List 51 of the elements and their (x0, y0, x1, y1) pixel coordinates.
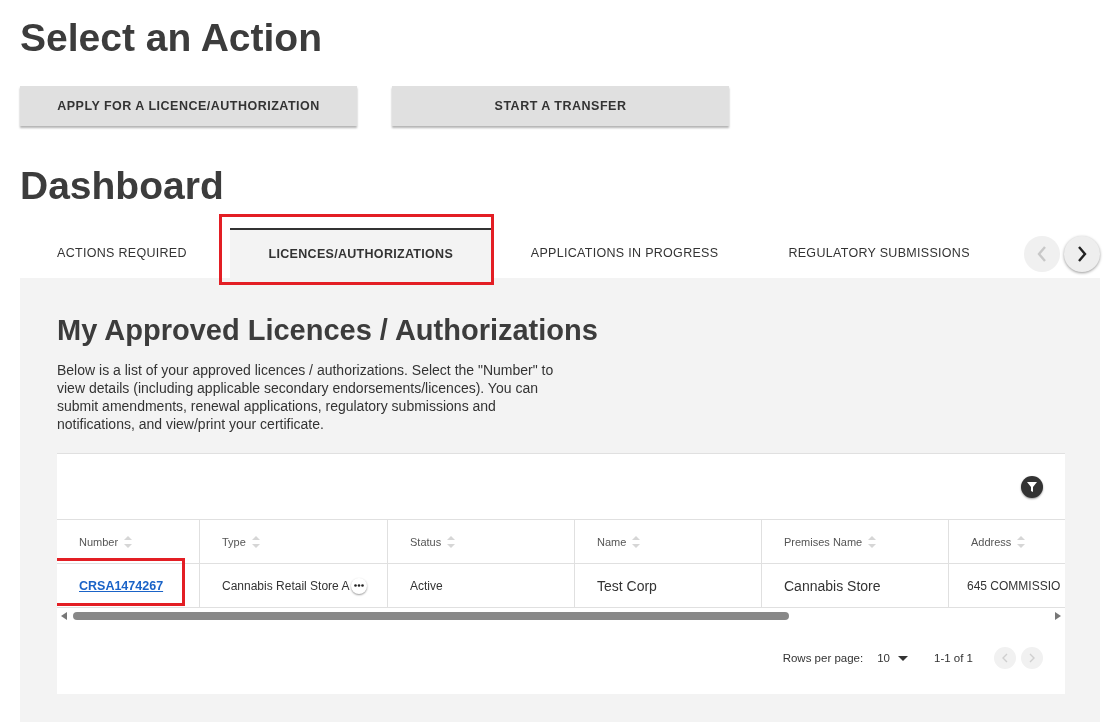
table-cell: Active (410, 578, 443, 593)
more-button[interactable] (351, 577, 368, 594)
right-arrow-icon (1055, 612, 1061, 620)
tab-scroll-right-button[interactable] (1064, 236, 1100, 272)
filter-icon (1026, 480, 1038, 493)
sort-icon (447, 535, 456, 548)
description-text: Below is a list of your approved licences / authorizations. Select the "Number" to view details (including applicable secondary endorsements/licences). You can submit amendments, renewal applications, regulatory submissions and notifications, and view/print your certificate. (57, 361, 555, 433)
column-header[interactable]: Premises Name (762, 520, 949, 564)
table-cell: Cannabis Retail Store A (222, 578, 350, 593)
dropdown-caret-icon (898, 655, 908, 661)
column-header[interactable]: Name (575, 520, 762, 564)
page-range-text: 1-1 of 1 (934, 652, 973, 664)
sort-icon (1017, 535, 1026, 548)
column-header[interactable]: Address (949, 520, 1065, 564)
column-label: Name (597, 535, 627, 548)
table-cell: Test Corp (597, 577, 657, 594)
licence-number-link[interactable]: CRSA1474267 (79, 578, 164, 593)
column-label: Type (222, 535, 246, 548)
sort-icon (632, 535, 641, 548)
chevron-icon (1029, 653, 1035, 663)
chevron-icon (1037, 246, 1047, 262)
chevron-icon (1077, 246, 1087, 262)
column-label: Number (79, 535, 119, 548)
table-cell: 645 COMMISSIO (967, 578, 1061, 593)
rows-per-page-select[interactable]: 10 (871, 651, 914, 665)
dashboard-title: Dashboard (20, 164, 225, 209)
column-label: Premises Name (784, 535, 863, 548)
ellipsis-icon (354, 584, 365, 587)
column-header[interactable]: Type (200, 520, 388, 564)
tab[interactable]: REGULATORY SUBMISSIONS (753, 228, 1005, 278)
section-title: Select an Action (20, 15, 323, 61)
rows-per-page-value: 10 (877, 652, 890, 664)
tab[interactable]: LICENCES/AUTHORIZATIONS (229, 228, 491, 278)
tab[interactable]: APPLICATIONS IN PROGRESS (495, 228, 754, 278)
sort-icon (251, 535, 260, 548)
column-header[interactable]: Number (57, 520, 200, 564)
sort-icon (868, 535, 877, 548)
scrollbar-thumb[interactable] (73, 612, 789, 620)
action-button[interactable]: START A TRANSFER (392, 86, 729, 126)
panel-title: My Approved Licences / Authorizations (57, 314, 599, 347)
column-label: Address (971, 535, 1012, 548)
action-button[interactable]: APPLY FOR A LICENCE/AUTHORIZATION (20, 86, 357, 126)
sort-icon (124, 535, 133, 548)
column-header[interactable]: Status (388, 520, 575, 564)
chevron-icon (1002, 653, 1008, 663)
tab[interactable]: ACTIONS REQUIRED (20, 228, 223, 278)
left-arrow-icon (61, 612, 67, 620)
table-cell: Cannabis Store (784, 577, 881, 594)
column-label: Status (410, 535, 442, 548)
rows-per-page-label: Rows per page: (782, 652, 864, 664)
filter-button[interactable] (1021, 475, 1043, 498)
